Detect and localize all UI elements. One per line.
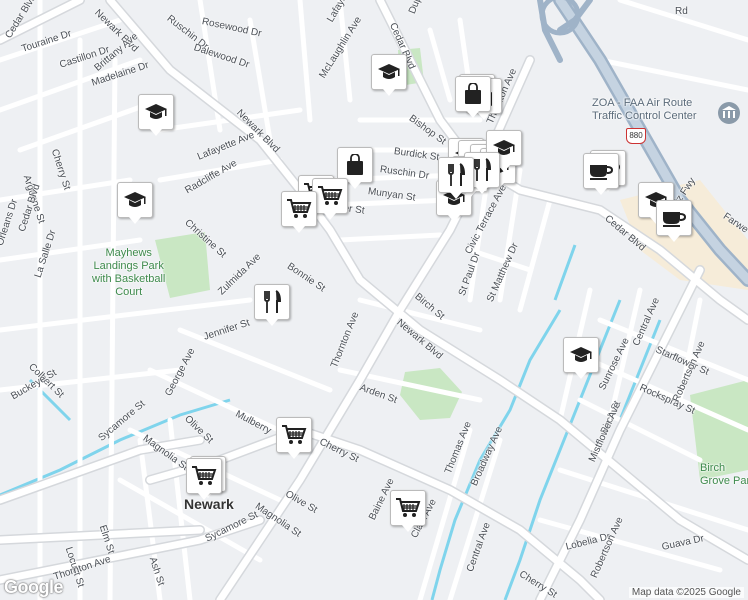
highway-shield-880: 880 xyxy=(626,128,646,144)
shopping-icon xyxy=(345,154,365,176)
map-canvas[interactable]: 880 Cedar Blvd Newark Blvd Ruschin Dr Rosew… xyxy=(0,0,748,600)
grocery-icon xyxy=(395,497,421,519)
grocery-marker-stack[interactable] xyxy=(312,178,348,220)
grocery-marker[interactable] xyxy=(281,191,317,233)
grocery-icon xyxy=(191,465,217,487)
grocery-marker[interactable] xyxy=(390,490,426,532)
cafe-marker[interactable] xyxy=(583,153,619,195)
school-marker[interactable] xyxy=(138,94,174,136)
school-icon xyxy=(377,62,401,82)
school-marker[interactable] xyxy=(371,54,407,96)
cafe-marker[interactable] xyxy=(656,200,692,242)
school-marker[interactable] xyxy=(563,337,599,379)
grocery-icon xyxy=(281,424,307,446)
restaurant-icon xyxy=(446,163,466,187)
school-icon xyxy=(123,190,147,210)
grocery-marker[interactable] xyxy=(186,458,222,500)
grocery-icon xyxy=(286,198,312,220)
school-icon xyxy=(144,102,168,122)
shopping-marker[interactable] xyxy=(455,76,491,118)
school-icon xyxy=(569,345,593,365)
cafe-icon xyxy=(661,208,687,228)
restaurant-marker[interactable] xyxy=(438,157,474,199)
google-logo: Google xyxy=(4,577,64,597)
restaurant-icon xyxy=(262,290,282,314)
landmark-icon xyxy=(718,102,740,124)
poi-label-zoa-faa[interactable]: ZOA - FAA Air Route Traffic Control Cent… xyxy=(592,97,697,123)
street-label-rd-top: Rd xyxy=(675,6,688,17)
park-label-mayhews[interactable]: Mayhews Landings Park with Basketball Co… xyxy=(92,247,165,299)
grocery-marker[interactable] xyxy=(276,417,312,459)
restaurant-marker[interactable] xyxy=(254,284,290,326)
map-attribution: Map data ©2025 Google xyxy=(628,587,744,598)
school-marker[interactable] xyxy=(117,182,153,224)
park-label-birch-grove[interactable]: Birch Grove Par xyxy=(700,462,748,488)
cafe-icon xyxy=(588,161,614,181)
shopping-icon xyxy=(463,83,483,105)
